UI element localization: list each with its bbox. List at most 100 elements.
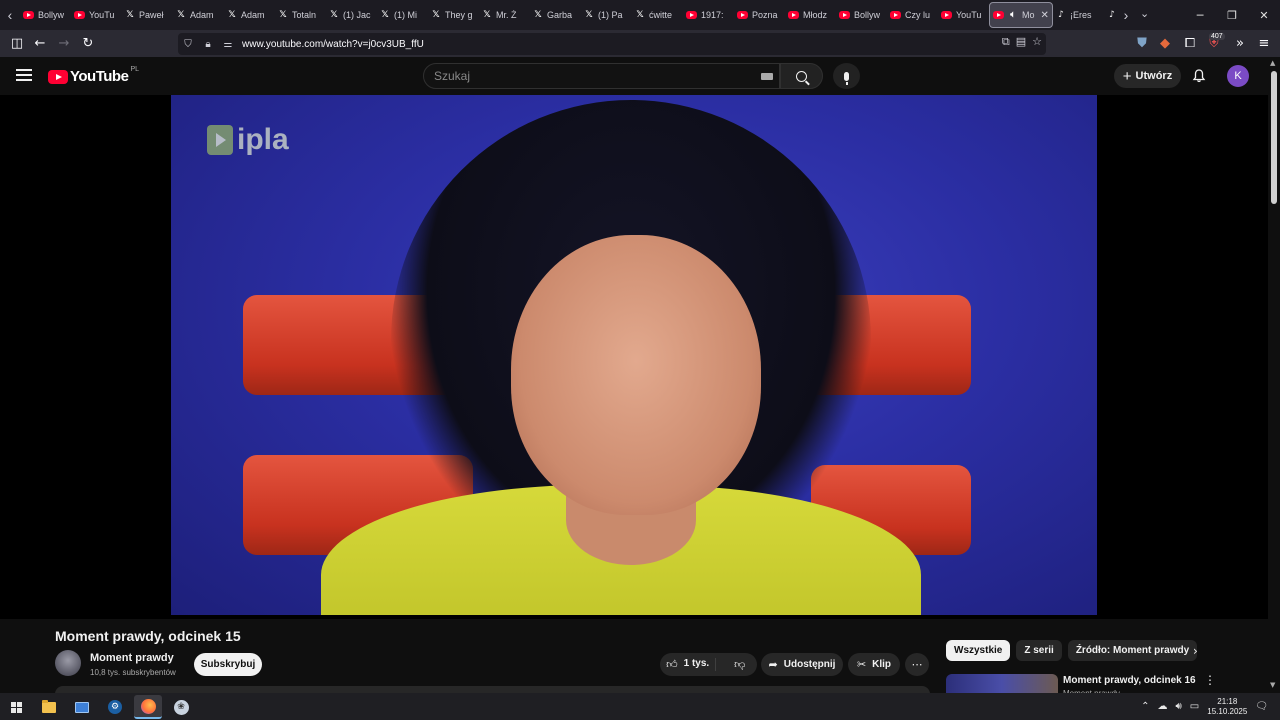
tab[interactable]: ♪ ¡Eres [1053,2,1104,28]
tab[interactable]: 𝕏ćwitte [632,2,683,28]
tab[interactable]: Bollyw [836,2,887,28]
recommendation-menu-icon[interactable]: ⋮ [1204,673,1216,687]
shield-icon[interactable]: ⛉ [178,39,198,50]
onedrive-cloud-icon[interactable]: ☁ [1157,701,1167,712]
search-input[interactable]: Szukaj [423,63,780,89]
video-title: Moment prawdy, odcinek 15 [55,628,241,644]
video-player[interactable]: ipla [0,95,1268,619]
filter-chip[interactable]: Źródło: Moment prawdy [1067,640,1198,661]
tab[interactable]: Pozna [734,2,785,28]
tab-active[interactable]: 🔈︎ Mo ✕ [989,2,1053,28]
tab[interactable]: 𝕏 Totaln [275,2,326,28]
tabs-scroll-right-button[interactable]: › [1116,0,1136,30]
start-button[interactable] [2,695,30,719]
tab[interactable]: 𝕏 They g [428,2,479,28]
extension-shield-icon[interactable]: ⛊ [1130,31,1154,55]
filter-chip[interactable]: Z serii [1016,640,1062,661]
tabs-scroll-left-button[interactable]: ‹ [0,0,20,30]
tab-title: Młodz [803,10,828,20]
video-frame[interactable]: ipla [171,95,1097,615]
more-actions-button[interactable]: ⋯ [905,653,929,676]
url-text[interactable]: www.youtube.com/watch?v=j0cv3UB_ffU [242,39,424,50]
extensions-puzzle-icon[interactable]: ⧠ [1178,31,1202,55]
taskbar-explorer[interactable] [35,695,63,719]
tab[interactable]: 𝕏 Garba [530,2,581,28]
recommendation-title[interactable]: Moment prawdy, odcinek 16 [1063,675,1196,686]
tab[interactable]: 𝕏 Mr. Ż [479,2,530,28]
keyboard-icon[interactable] [761,73,773,80]
tab[interactable]: YouTu [71,2,122,28]
list-all-tabs-button[interactable]: ⌄ [1140,7,1149,20]
tab[interactable]: 𝕏 Adam [224,2,275,28]
close-window-button[interactable]: ✕ [1248,9,1280,22]
tab[interactable]: 𝕏 Adam [173,2,224,28]
tab[interactable]: 1917: [683,2,734,28]
notifications-bell-icon[interactable] [1192,69,1206,83]
like-button[interactable]: 👍︎ 1 tys. [660,658,717,671]
volume-icon[interactable]: 🔊︎ [1175,701,1181,712]
tab[interactable]: 𝕏 Paweł [122,2,173,28]
notifications-icon[interactable]: 🗨︎ [1255,701,1268,712]
tab[interactable]: 𝕏 (1) Mi [377,2,428,28]
speaker-icon[interactable]: 🔈︎ [1008,10,1018,20]
tab[interactable]: Czy lu [887,2,938,28]
tab[interactable]: 𝕏 (1) Pa [581,2,632,28]
clock[interactable]: 21:18 15.10.2025 [1207,697,1247,717]
paw-app-icon: ❀ [173,699,189,715]
youtube-icon [686,11,697,19]
subscribe-button[interactable]: Subskrybuj [194,653,262,676]
reload-button[interactable]: ↻ [76,31,100,55]
maximize-button[interactable]: ❐ [1216,9,1248,22]
scroll-down-arrow-icon[interactable]: ▼ [1270,681,1275,689]
forward-button[interactable]: → [52,31,76,55]
taskbar-steam[interactable]: ⚙ [101,695,129,719]
page-scrollbar[interactable]: ▲ ▼ [1268,57,1280,693]
reader-view-icon[interactable]: ▤ [1016,35,1026,49]
tab-title: Czy lu [905,10,931,20]
youtube-icon [839,11,850,19]
tab-title: YouTu [956,10,982,20]
close-tab-icon[interactable]: ✕ [1041,10,1049,21]
taskbar-remote-desktop[interactable] [68,695,96,719]
tab[interactable]: ♪16-l [1104,2,1116,28]
picture-in-picture-icon[interactable]: ⧉ [1002,35,1010,49]
account-avatar[interactable]: K [1227,65,1249,87]
taskbar-app[interactable]: ❀ [167,695,195,719]
channel-name[interactable]: Moment prawdy [90,652,174,664]
tray-overflow-chevron-icon[interactable]: ⌃ [1141,701,1149,712]
x-icon: 𝕏 [228,10,236,20]
tab[interactable]: Bollyw [20,2,71,28]
tab[interactable]: Młodz [785,2,836,28]
recommendation-thumbnail[interactable] [946,674,1058,693]
dislike-button[interactable]: 👎︎ [722,658,757,671]
tab[interactable]: YouTu [938,2,989,28]
app-menu-icon[interactable]: ≡ [1252,31,1276,55]
search-button[interactable] [780,63,823,89]
channel-avatar[interactable] [55,650,81,676]
extension-fox-icon[interactable]: ◆ [1153,31,1177,55]
bookmark-star-icon[interactable]: ☆ [1032,35,1042,49]
scroll-up-arrow-icon[interactable]: ▲ [1270,59,1275,67]
clip-button[interactable]: ✂ Klip [848,653,900,676]
back-button[interactable]: ← [28,31,52,55]
guide-menu-icon[interactable] [16,69,32,81]
scrollbar-thumb[interactable] [1271,71,1277,204]
taskbar-firefox[interactable] [134,695,162,719]
tab[interactable]: 𝕏 (1) Jac [326,2,377,28]
minimize-button[interactable]: ─ [1184,9,1216,22]
filter-chip[interactable]: Wszystkie [946,640,1011,661]
subscriber-count: 10,8 tys. subskrybentów [90,668,176,677]
sidebar-toggle-icon[interactable]: ◫ [5,31,29,55]
share-button[interactable]: ➦ Udostępnij [761,653,843,676]
youtube-logo[interactable]: YouTube PL [48,66,139,85]
chips-next-arrow-icon[interactable]: › [1193,644,1198,658]
x-icon: 𝕏 [483,10,491,20]
url-bar[interactable]: ⛉ 🔒︎ ⚌ www.youtube.com/watch?v=j0cv3UB_f… [178,33,1046,55]
create-button[interactable]: + Utwórz [1114,64,1181,88]
permissions-icon[interactable]: ⚌ [218,39,238,50]
overflow-menu-icon[interactable]: » [1228,31,1252,55]
voice-search-button[interactable] [833,63,860,89]
lock-icon[interactable]: 🔒︎ [198,39,218,50]
x-icon: 𝕏 [177,10,185,20]
network-icon[interactable]: ▭ [1190,701,1199,712]
